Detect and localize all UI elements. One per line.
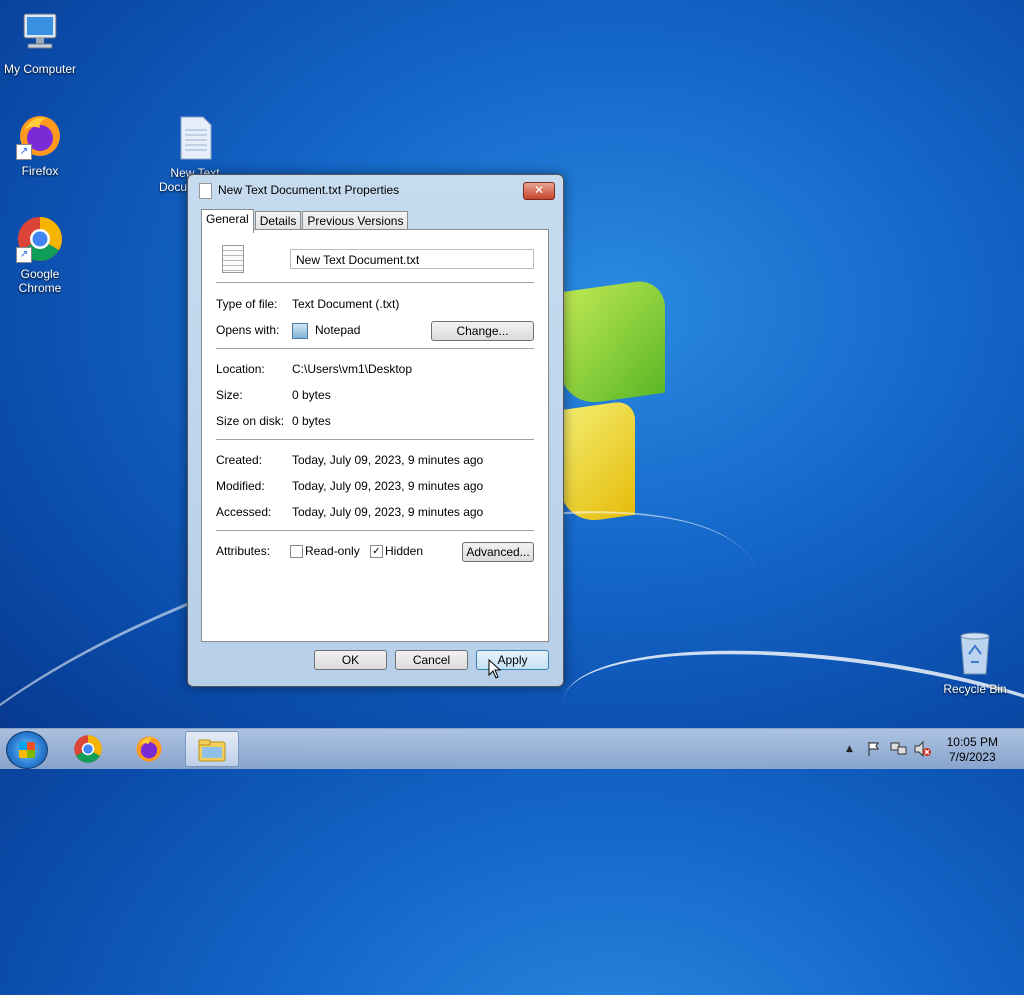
show-hidden-icons-button[interactable]: ▲: [846, 744, 853, 754]
size-label: Size:: [216, 388, 243, 402]
shortcut-arrow-icon: ↗: [16, 247, 32, 263]
advanced-button[interactable]: Advanced...: [462, 542, 534, 562]
desktop-icon-label: Recycle Bin: [943, 682, 1007, 696]
recycle-bin-icon: [951, 630, 999, 678]
size-on-disk-value: 0 bytes: [292, 414, 331, 428]
taskbar-chrome[interactable]: [62, 731, 116, 767]
taskbar: ▲ 10:05 PM 7/9/2023: [0, 728, 1024, 769]
separator: [216, 439, 534, 440]
size-on-disk-label: Size on disk:: [216, 414, 285, 428]
close-icon: ✕: [533, 183, 545, 197]
filename-field[interactable]: New Text Document.txt: [290, 249, 534, 269]
modified-label: Modified:: [216, 479, 265, 493]
location-value: C:\Users\vm1\Desktop: [292, 362, 413, 376]
type-of-file-value: Text Document (.txt): [292, 297, 400, 311]
windows-logo-icon: [19, 742, 35, 758]
folder-icon: [198, 739, 226, 762]
firefox-icon: [136, 736, 162, 762]
wallpaper-logo-green: [560, 277, 665, 408]
network-icon[interactable]: [890, 741, 908, 757]
separator: [216, 282, 534, 283]
action-center-flag-icon[interactable]: [866, 741, 882, 757]
desktop-icon-label: Google: [20, 267, 60, 281]
clock-time: 10:05 PM: [946, 735, 998, 749]
clock-date: 7/9/2023: [948, 750, 996, 764]
close-button[interactable]: ✕: [523, 182, 555, 200]
desktop-icon-recycle-bin[interactable]: Recycle Bin: [935, 630, 1015, 696]
hidden-label: Hidden: [385, 544, 424, 558]
chrome-icon: ↗: [16, 215, 64, 263]
dialog-title: New Text Document.txt Properties: [218, 183, 400, 197]
volume-muted-icon[interactable]: [914, 741, 932, 757]
apply-button[interactable]: Apply: [476, 650, 549, 670]
notepad-icon: [292, 323, 308, 339]
start-button[interactable]: [6, 731, 48, 769]
desktop-icon-firefox[interactable]: ↗ Firefox: [0, 112, 80, 178]
location-label: Location:: [216, 362, 265, 376]
readonly-label: Read-only: [305, 544, 360, 558]
size-value: 0 bytes: [292, 388, 331, 402]
tab-general[interactable]: General: [201, 209, 254, 233]
computer-icon: [16, 10, 64, 58]
ok-button[interactable]: OK: [314, 650, 387, 670]
desktop-icon-label: My Computer: [3, 62, 77, 76]
taskbar-file-explorer[interactable]: [185, 731, 239, 767]
general-tab-panel: New Text Document.txt Type of file: Text…: [201, 229, 549, 642]
properties-dialog[interactable]: New Text Document.txt Properties ✕ Gener…: [187, 174, 564, 687]
text-file-icon: [222, 245, 244, 273]
separator: [216, 348, 534, 349]
desktop-icon-google-chrome[interactable]: ↗ Google Chrome: [0, 215, 80, 295]
wallpaper-logo-yellow: [560, 399, 635, 526]
checkmark-icon: ✓: [372, 546, 381, 557]
taskbar-firefox[interactable]: [123, 731, 177, 767]
created-label: Created:: [216, 453, 263, 467]
accessed-label: Accessed:: [216, 505, 272, 519]
shortcut-arrow-icon: ↗: [16, 144, 32, 160]
mouse-cursor-icon: [488, 659, 502, 679]
desktop-icon-label: Chrome: [18, 281, 62, 295]
attributes-label: Attributes:: [216, 544, 271, 558]
readonly-checkbox[interactable]: [290, 545, 303, 558]
chrome-icon: [74, 735, 102, 763]
modified-value: Today, July 09, 2023, 9 minutes ago: [292, 479, 484, 493]
hidden-checkbox[interactable]: ✓: [370, 545, 383, 558]
text-file-icon: [171, 114, 219, 162]
cancel-button[interactable]: Cancel: [395, 650, 468, 670]
desktop-icon-my-computer[interactable]: My Computer: [0, 10, 80, 76]
accessed-value: Today, July 09, 2023, 9 minutes ago: [292, 505, 484, 519]
change-button[interactable]: Change...: [431, 321, 534, 341]
opens-with-label: Opens with:: [216, 323, 280, 337]
dialog-titlebar[interactable]: New Text Document.txt Properties ✕: [188, 175, 563, 205]
created-value: Today, July 09, 2023, 9 minutes ago: [292, 453, 484, 467]
desktop-icon-label: Firefox: [21, 164, 59, 178]
clock[interactable]: 10:05 PM 7/9/2023: [947, 735, 998, 765]
separator: [216, 530, 534, 531]
document-icon: [199, 183, 212, 199]
firefox-icon: ↗: [16, 112, 64, 160]
opens-with-value: Notepad: [315, 323, 361, 337]
type-of-file-label: Type of file:: [216, 297, 278, 311]
